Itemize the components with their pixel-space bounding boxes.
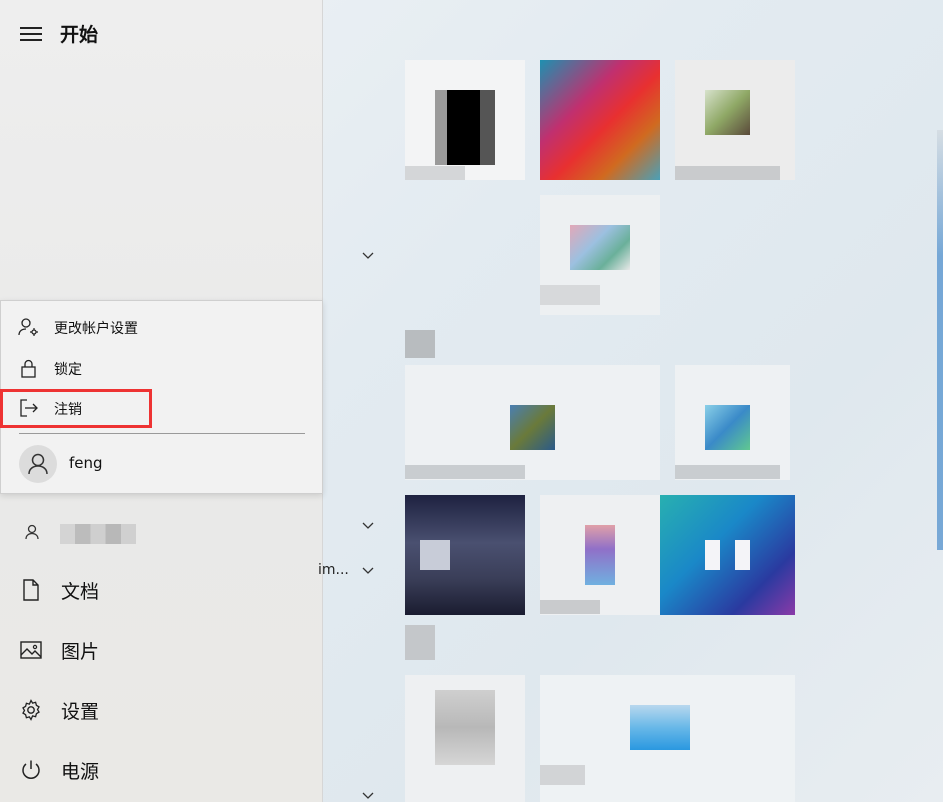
- picture-icon: [20, 641, 42, 659]
- user-name[interactable]: feng: [69, 454, 103, 472]
- highlight-annotation-box: [0, 389, 152, 428]
- nav-documents-label: 文档: [61, 581, 100, 603]
- scrollbar-edge[interactable]: [937, 130, 943, 550]
- app-tile[interactable]: [405, 60, 525, 180]
- user-icon: [28, 453, 48, 475]
- nav-settings[interactable]: 设置: [0, 684, 320, 734]
- user-avatar[interactable]: [19, 445, 57, 483]
- power-icon: [22, 760, 40, 779]
- truncated-group-label: im...: [318, 562, 349, 578]
- app-tile[interactable]: [675, 365, 790, 480]
- app-tile[interactable]: [405, 495, 525, 615]
- account-button[interactable]: [0, 510, 320, 554]
- app-tile[interactable]: [675, 60, 795, 180]
- group-header-blur: [405, 625, 435, 660]
- chevron-down-icon[interactable]: [362, 252, 374, 260]
- start-title: 开始: [60, 24, 99, 46]
- nav-documents[interactable]: 文档: [0, 564, 320, 614]
- nav-pictures-label: 图片: [61, 641, 100, 663]
- nav-power-label: 电源: [61, 761, 100, 783]
- change-account-settings-label: 更改帐户设置: [54, 321, 138, 337]
- group-header-blur: [405, 330, 435, 358]
- blurred-account-name: [60, 524, 136, 544]
- nav-settings-label: 设置: [61, 701, 100, 723]
- app-tile[interactable]: [660, 495, 795, 615]
- app-tile[interactable]: [540, 495, 660, 615]
- chevron-down-icon[interactable]: [362, 792, 374, 800]
- settings-icon: [22, 699, 40, 721]
- nav-pictures[interactable]: 图片: [0, 624, 320, 674]
- hamburger-menu-icon[interactable]: [20, 27, 42, 43]
- chevron-down-icon[interactable]: [362, 522, 374, 530]
- app-tile-wide[interactable]: [405, 365, 660, 480]
- flyout-divider: [19, 433, 305, 434]
- app-tile[interactable]: [405, 675, 525, 802]
- account-settings-icon: [18, 318, 38, 336]
- lock-icon: [21, 359, 36, 378]
- app-tile[interactable]: [540, 195, 660, 315]
- change-account-settings-item[interactable]: 更改帐户设置: [1, 308, 321, 346]
- nav-power[interactable]: 电源: [0, 744, 320, 794]
- user-icon: [25, 524, 39, 540]
- app-tile[interactable]: [540, 60, 660, 180]
- lock-item[interactable]: 锁定: [1, 349, 321, 387]
- lock-label: 锁定: [54, 362, 82, 378]
- app-tile-wide[interactable]: [540, 675, 795, 802]
- document-icon: [23, 579, 39, 601]
- chevron-down-icon[interactable]: [362, 567, 374, 575]
